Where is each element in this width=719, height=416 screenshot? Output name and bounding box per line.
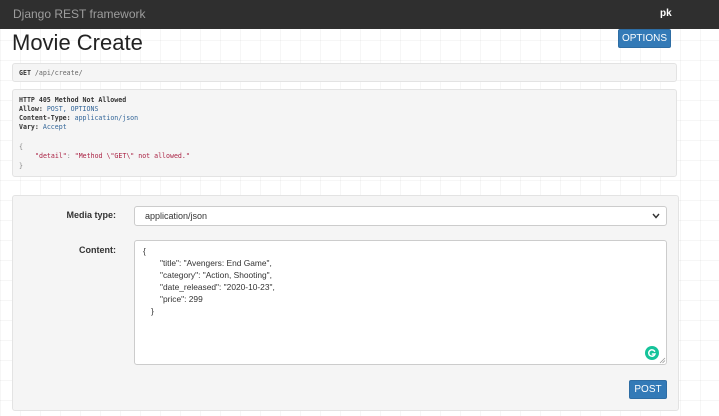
header-name: Vary: (19, 123, 39, 131)
media-type-select[interactable]: application/json (134, 206, 667, 226)
json-key: "detail" (35, 152, 67, 160)
navbar-brand[interactable]: Django REST framework (13, 7, 146, 21)
user-menu[interactable]: pk (660, 8, 672, 19)
response-status: HTTP 405 Method Not Allowed (19, 96, 127, 104)
content-label: Content: (79, 245, 116, 255)
media-type-label: Media type: (66, 210, 116, 220)
request-method: GET (19, 69, 31, 77)
content-line: "date_released": "2020-10-23", (160, 282, 275, 292)
resize-handle-icon[interactable] (659, 357, 666, 364)
options-button[interactable]: OPTIONS (618, 29, 671, 48)
response-panel: HTTP 405 Method Not Allowed Allow: POST,… (12, 89, 677, 177)
header-value: Accept (42, 123, 67, 131)
page-title: Movie Create (12, 30, 143, 55)
header-value: POST, OPTIONS (46, 105, 99, 113)
json-colon: : (66, 152, 75, 160)
chevron-down-icon (652, 213, 660, 219)
request-info: GET /api/create/ (12, 63, 677, 82)
grammarly-icon[interactable] (645, 346, 659, 360)
content-line: "price": 299 (160, 294, 203, 304)
header-value: application/json (74, 114, 139, 122)
json-open-brace: { (19, 143, 23, 151)
content-line: "title": "Avengers: End Game", (160, 258, 272, 268)
json-value: "Method \"GET\" not allowed." (74, 152, 190, 160)
content-line: } (151, 306, 154, 316)
header-name: Content-Type: (19, 114, 71, 122)
navbar: Django REST framework pk (0, 0, 719, 29)
media-type-value: application/json (145, 211, 208, 221)
content-textarea[interactable]: { "title": "Avengers: End Game", "catego… (134, 240, 667, 365)
content-line: "category": "Action, Shooting", (160, 270, 272, 280)
json-close-brace: } (19, 162, 23, 170)
post-button[interactable]: POST (629, 380, 667, 399)
request-url: /api/create/ (34, 69, 83, 77)
content-line: { (143, 246, 146, 256)
header-name: Allow: (19, 105, 43, 113)
